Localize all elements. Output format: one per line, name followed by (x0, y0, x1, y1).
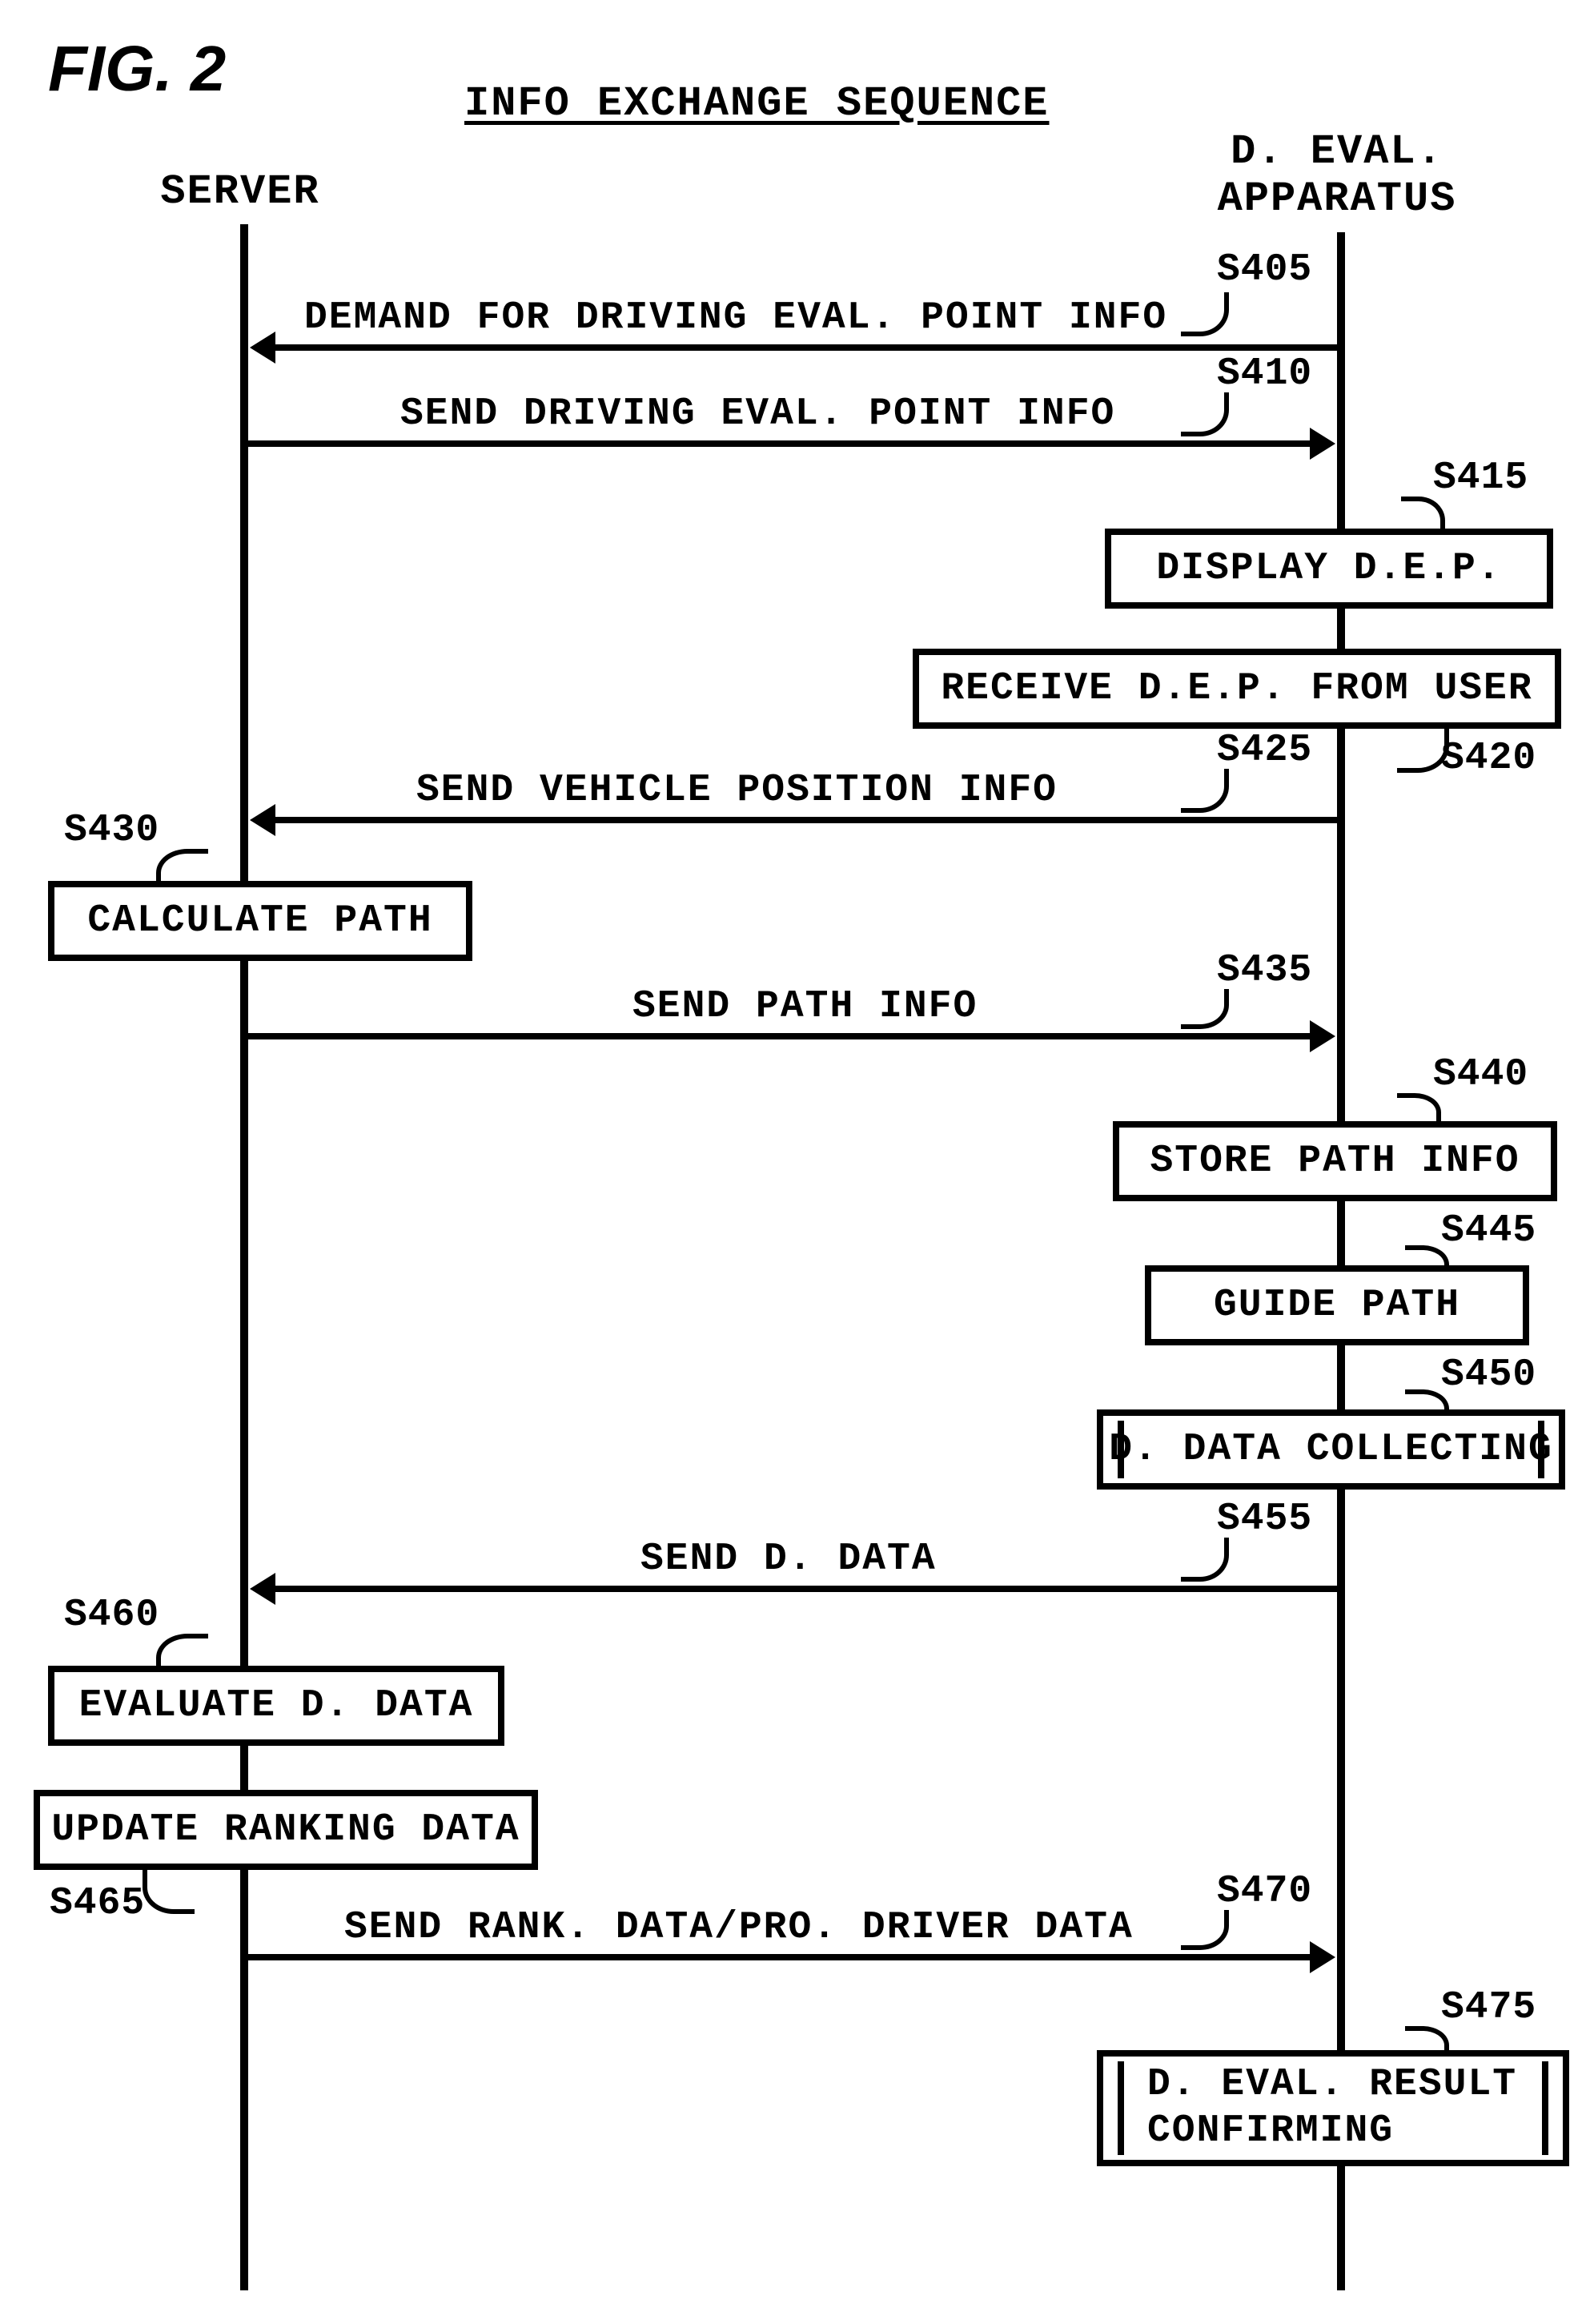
box-s445: GUIDE PATH (1145, 1265, 1529, 1345)
msg-s435-text: SEND PATH INFO (632, 985, 978, 1028)
box-s415: DISPLAY D.E.P. (1105, 529, 1553, 609)
msg-s470-arrow (248, 1954, 1313, 1960)
sequence-diagram: FIG. 2 INFO EXCHANGE SEQUENCE SERVER D. … (0, 0, 1586, 2324)
lifeline-apparatus-label: D. EVAL. APPARATUS (1209, 128, 1465, 223)
msg-s410-arrow (248, 440, 1313, 447)
msg-s425-label: S425 (1217, 729, 1312, 772)
connector-s445-s450 (1339, 1345, 1345, 1401)
box-s430: CALCULATE PATH (48, 881, 472, 961)
connector-s440-s445 (1339, 1201, 1345, 1257)
figure-label: FIG. 2 (48, 32, 226, 106)
msg-s425-text: SEND VEHICLE POSITION INFO (416, 769, 1058, 812)
msg-s435-arrow (248, 1033, 1313, 1039)
box-s450-label: S450 (1441, 1353, 1536, 1397)
box-s450: D. DATA COLLECTING (1097, 1409, 1565, 1490)
box-s465-label: S465 (50, 1882, 145, 1925)
leader-s440 (1397, 1093, 1441, 1125)
box-s460: EVALUATE D. DATA (48, 1666, 504, 1746)
msg-s455-arrow (272, 1586, 1337, 1592)
msg-s405-arrow (272, 344, 1337, 351)
msg-s405-text: DEMAND FOR DRIVING EVAL. POINT INFO (304, 296, 1167, 340)
box-s465: UPDATE RANKING DATA (34, 1790, 538, 1870)
lifeline-server (240, 224, 248, 2290)
box-s440-label: S440 (1433, 1053, 1528, 1096)
msg-s410-label: S410 (1217, 352, 1312, 396)
leader-s410 (1181, 392, 1229, 436)
box-s430-label: S430 (64, 809, 159, 852)
box-s415-label: S415 (1433, 456, 1528, 500)
box-s440: STORE PATH INFO (1113, 1121, 1557, 1201)
leader-s465 (143, 1870, 195, 1914)
msg-s425-arrow (272, 817, 1337, 823)
box-s420-label: S420 (1441, 737, 1536, 780)
box-s460-label: S460 (64, 1594, 159, 1637)
msg-s455-label: S455 (1217, 1498, 1312, 1541)
lifeline-server-label: SERVER (160, 168, 320, 215)
leader-s470 (1181, 1910, 1229, 1950)
box-s475-label: S475 (1441, 1986, 1536, 2029)
msg-s405-label: S405 (1217, 248, 1312, 292)
box-s475: D. EVAL. RESULT CONFIRMING (1097, 2050, 1569, 2166)
leader-s455 (1181, 1538, 1229, 1582)
connector-s415-s420 (1339, 609, 1345, 649)
msg-s455-text: SEND D. DATA (640, 1538, 937, 1581)
connector-s460-s465 (240, 1746, 247, 1790)
box-s420: RECEIVE D.E.P. FROM USER (913, 649, 1561, 729)
diagram-title: INFO EXCHANGE SEQUENCE (464, 80, 1050, 127)
leader-s435 (1181, 989, 1229, 1029)
box-s445-label: S445 (1441, 1209, 1536, 1252)
msg-s435-label: S435 (1217, 949, 1312, 992)
msg-s410-text: SEND DRIVING EVAL. POINT INFO (400, 392, 1115, 436)
msg-s470-label: S470 (1217, 1870, 1312, 1913)
leader-s425 (1181, 769, 1229, 813)
msg-s470-text: SEND RANK. DATA/PRO. DRIVER DATA (344, 1906, 1134, 1949)
leader-s405 (1181, 292, 1229, 336)
